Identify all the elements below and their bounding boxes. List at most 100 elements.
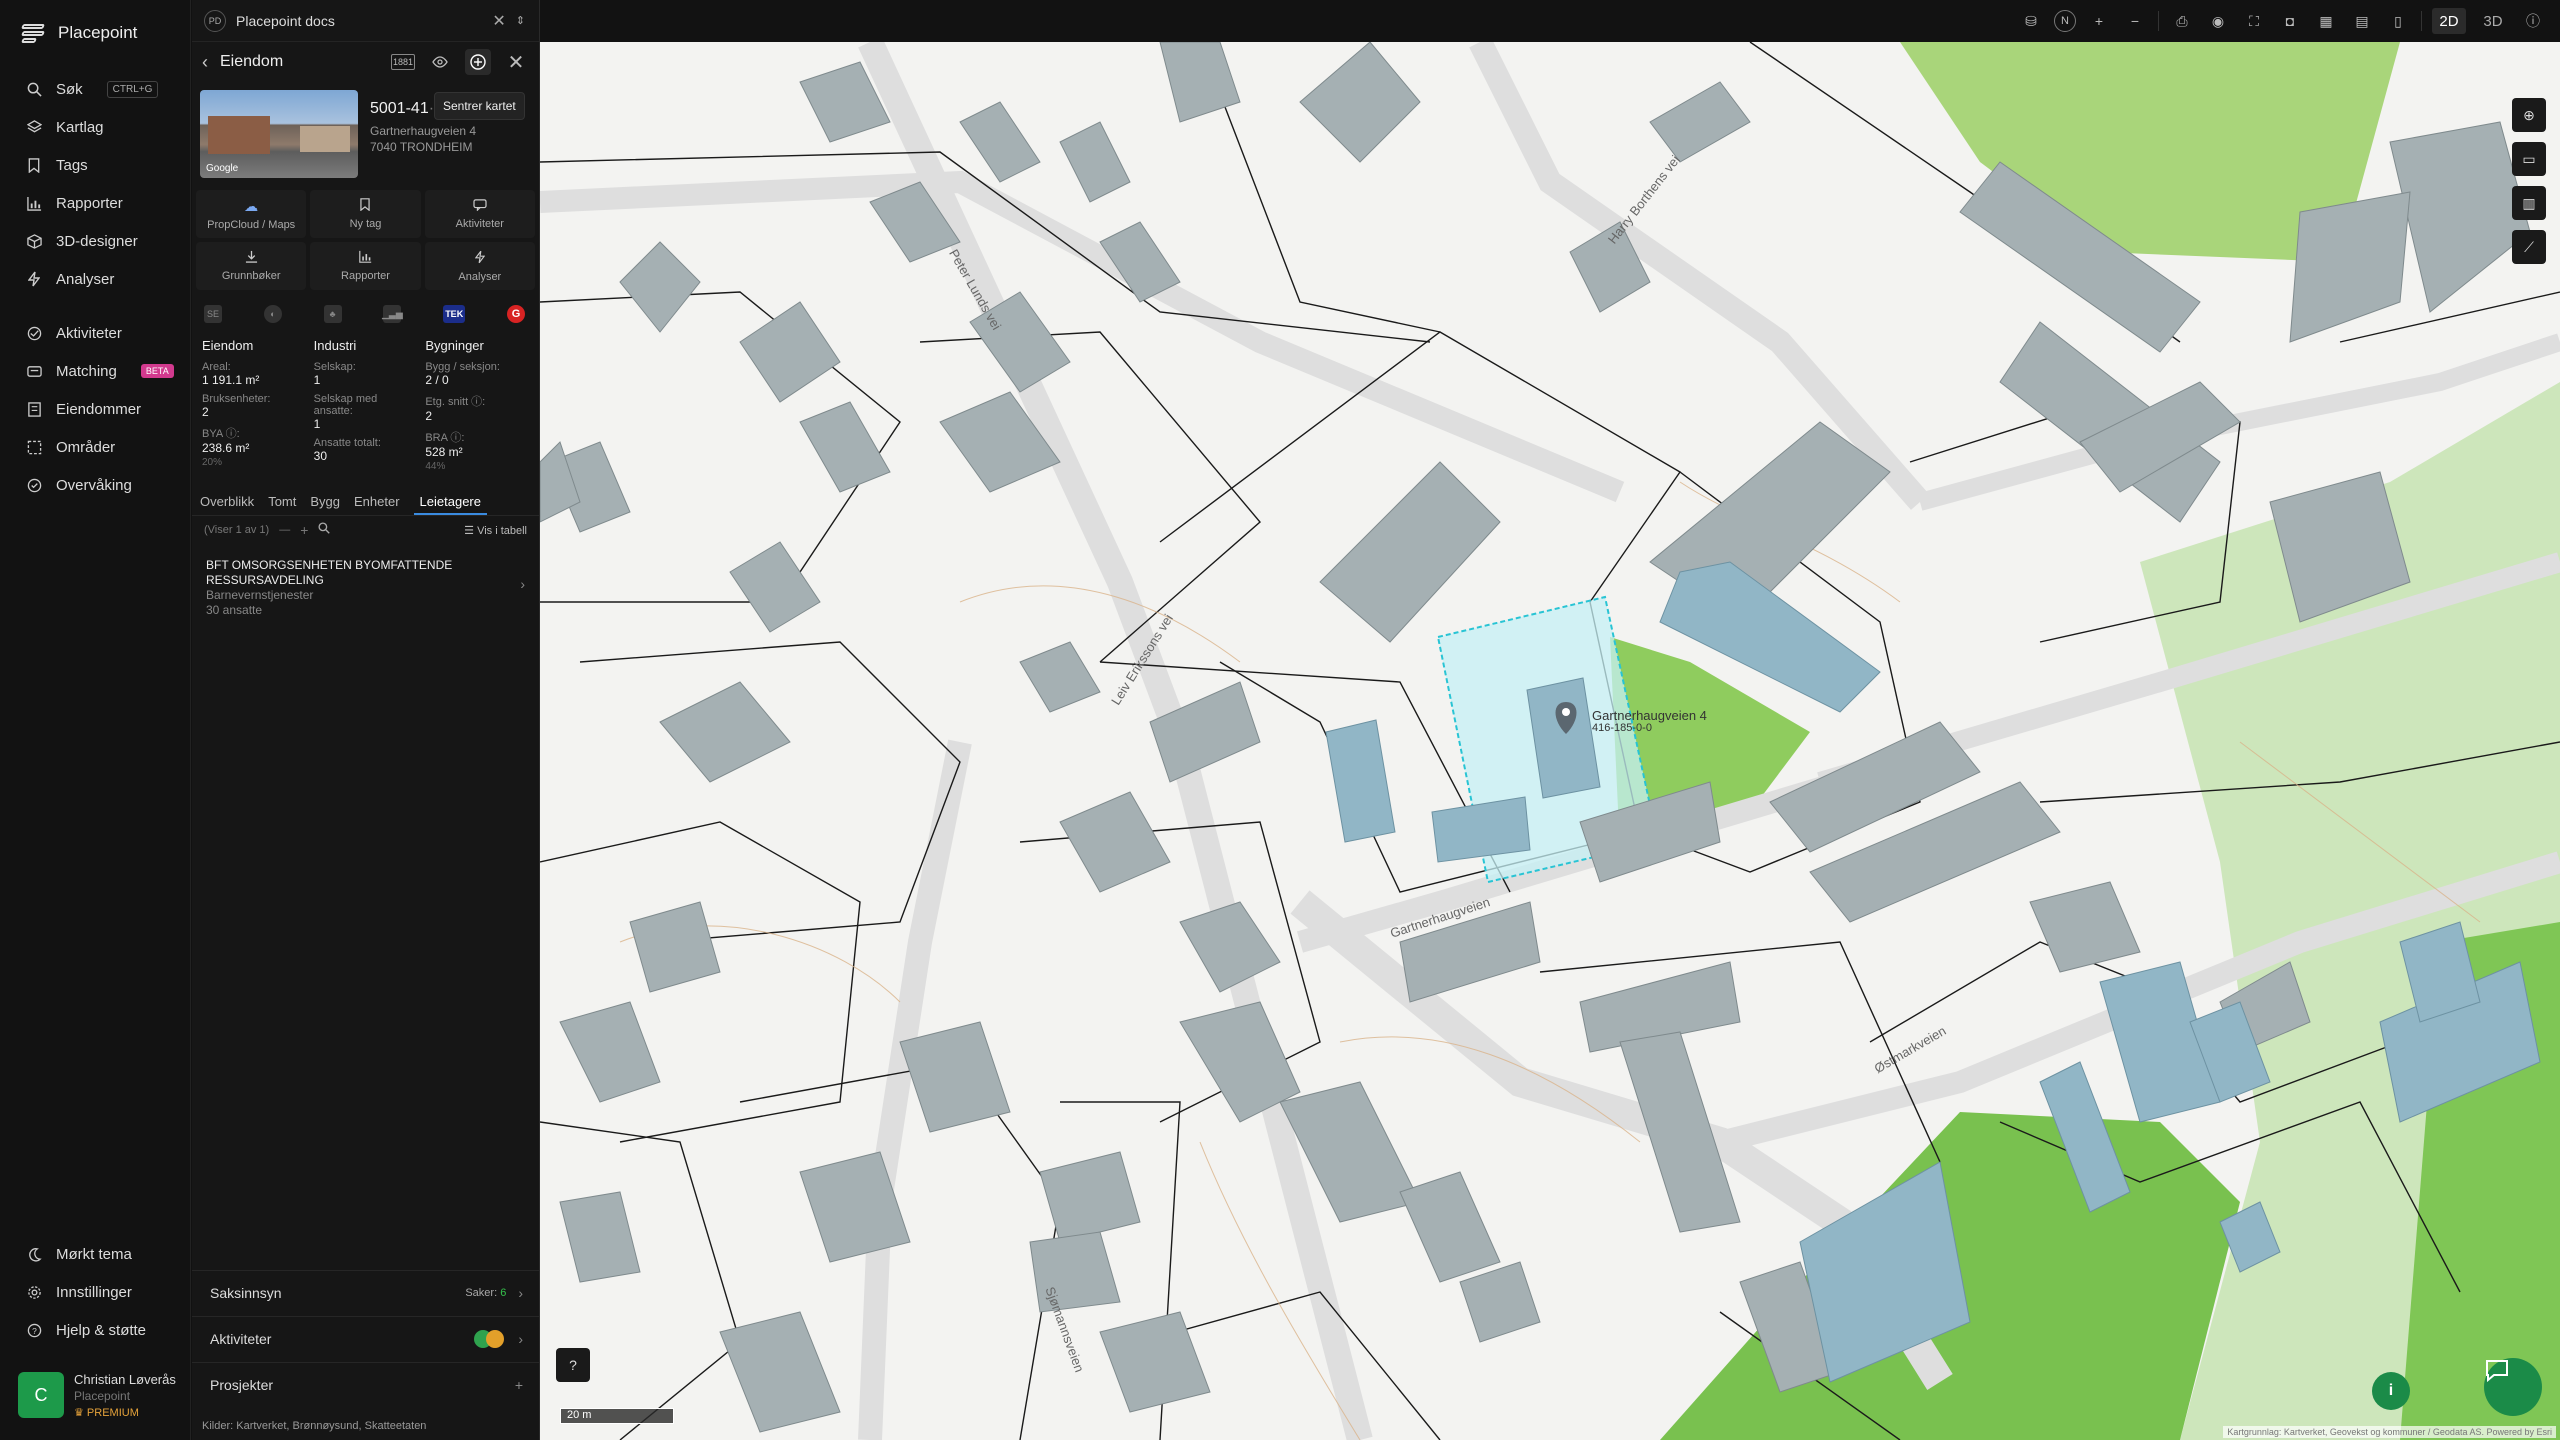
tab-overblikk[interactable]: Overblikk bbox=[200, 490, 254, 515]
layer-tool-icon[interactable]: ⊕ bbox=[2512, 98, 2546, 132]
stat-label: BYA ⓘ: bbox=[202, 428, 240, 440]
info-button[interactable]: i bbox=[2372, 1372, 2410, 1410]
nav-item-omrader[interactable]: Områder bbox=[0, 428, 190, 466]
search-icon[interactable] bbox=[318, 521, 331, 539]
plus-icon[interactable]: + bbox=[300, 522, 308, 538]
stat-value: 1 191.1 m² bbox=[202, 373, 260, 387]
zoom-in-icon[interactable]: + bbox=[2086, 8, 2112, 34]
dashboard-icon[interactable]: ▤ bbox=[2349, 8, 2375, 34]
phonebook-button[interactable]: 1881 bbox=[391, 54, 415, 70]
measure-tool-icon[interactable]: ▭ bbox=[2512, 142, 2546, 176]
nav-item-overvaking[interactable]: Overvåking bbox=[0, 466, 190, 504]
source-g-button[interactable]: G bbox=[506, 305, 525, 323]
compass-button[interactable]: N bbox=[2054, 10, 2076, 32]
accordion-saksinnsyn[interactable]: Saksinnsyn Saker: 6 › bbox=[192, 1270, 539, 1314]
app-root: Placepoint Søk CTRL+G Kartlag Tags Rappo… bbox=[0, 0, 2560, 1440]
nav-item-tags[interactable]: Tags bbox=[0, 146, 190, 184]
view-table-button[interactable]: ☰ Vis i tabell bbox=[464, 524, 527, 537]
search-icon bbox=[26, 81, 42, 97]
source-link[interactable]: Kartverket, bbox=[236, 1420, 289, 1432]
info-icon[interactable]: ⓘ bbox=[2520, 8, 2546, 34]
tenant-list-item[interactable]: BFT OMSORGSENHETEN BYOMFATTENDE RESSURSA… bbox=[192, 544, 539, 618]
download-icon bbox=[245, 250, 258, 266]
close-panel-icon[interactable]: ✕ bbox=[503, 49, 529, 75]
grid-icon[interactable]: ▦ bbox=[2313, 8, 2339, 34]
nav-item-help[interactable]: ? Hjelp & støtte bbox=[0, 1311, 190, 1349]
user-info: Christian Løverås Placepoint ♛ PREMIUM bbox=[74, 1372, 176, 1422]
grunnboker-button[interactable]: Grunnbøker bbox=[196, 242, 307, 290]
brand-name: Placepoint bbox=[58, 23, 138, 42]
back-icon[interactable]: ‹ bbox=[202, 52, 208, 73]
chat-button[interactable] bbox=[2484, 1358, 2542, 1416]
source-link[interactable]: Brønnøysund, bbox=[293, 1420, 362, 1432]
accordion-prosjekter[interactable]: Prosjekter + bbox=[192, 1362, 539, 1406]
chevron-right-icon: › bbox=[518, 1284, 523, 1301]
nav-item-dark-theme[interactable]: Mørkt tema bbox=[0, 1235, 190, 1273]
nav-item-matching[interactable]: Matching BETA bbox=[0, 352, 190, 390]
tab-enheter[interactable]: Enheter bbox=[354, 490, 400, 515]
close-icon[interactable]: ✕ bbox=[492, 11, 505, 31]
moon-icon bbox=[26, 1246, 42, 1262]
workspace-name[interactable]: Placepoint docs bbox=[236, 13, 482, 29]
chevron-updown-icon[interactable]: ⇕ bbox=[516, 14, 525, 27]
source-globe-icon[interactable]: ◐ bbox=[263, 305, 282, 323]
bookmark-icon[interactable]: ▯ bbox=[2385, 8, 2411, 34]
plus-icon[interactable]: + bbox=[515, 1377, 523, 1393]
mode-2d-button[interactable]: 2D bbox=[2432, 8, 2466, 34]
nav-item-search[interactable]: Søk CTRL+G bbox=[0, 70, 190, 108]
brand[interactable]: Placepoint bbox=[0, 0, 190, 66]
center-map-button[interactable] bbox=[465, 49, 491, 75]
thumb-building bbox=[208, 116, 270, 154]
nav-item-kartlag[interactable]: Kartlag bbox=[0, 108, 190, 146]
eye-icon[interactable]: ◉ bbox=[2205, 8, 2231, 34]
layers-3d-icon[interactable]: ⛁ bbox=[2018, 8, 2044, 34]
user-card[interactable]: C Christian Løverås Placepoint ♛ PREMIUM bbox=[18, 1372, 178, 1422]
analyses-button[interactable]: Analyser bbox=[424, 242, 535, 290]
building bbox=[2289, 191, 2411, 343]
user-name: Christian Løverås bbox=[74, 1372, 176, 1387]
fullscreen-icon[interactable]: ⛶ bbox=[2241, 8, 2267, 34]
source-plant-icon[interactable]: ♣ bbox=[323, 305, 342, 323]
help-button[interactable]: ? bbox=[556, 1348, 590, 1382]
stat-label: Etg. snitt ⓘ: bbox=[425, 396, 486, 408]
nav-item-eiendommer[interactable]: Eiendommer bbox=[0, 390, 190, 428]
source-link[interactable]: Skatteetaten bbox=[365, 1420, 427, 1432]
activities-button[interactable]: Aktiviteter bbox=[424, 190, 535, 238]
camera-icon[interactable]: ◘ bbox=[2277, 8, 2303, 34]
action-label: PropCloud / Maps bbox=[207, 218, 296, 231]
property-stats: Eiendom Areal: 1 191.1 m² Bruksenheter: … bbox=[192, 334, 539, 480]
nav-label: Aktiviteter bbox=[56, 324, 122, 342]
source-tek-button[interactable]: TEK bbox=[443, 305, 466, 323]
chart-tool-icon[interactable]: ▥ bbox=[2512, 186, 2546, 220]
stat-label: Selskap: bbox=[313, 361, 356, 373]
reports-button[interactable]: Rapporter bbox=[310, 242, 421, 290]
tab-tomt[interactable]: Tomt bbox=[268, 490, 296, 515]
tab-bygg[interactable]: Bygg bbox=[310, 490, 340, 515]
nav-item-analyser[interactable]: Analyser bbox=[0, 260, 190, 298]
propcloud-button[interactable]: ☁ PropCloud / Maps bbox=[196, 190, 307, 238]
new-tag-button[interactable]: Ny tag bbox=[310, 190, 421, 238]
stats-heading: Bygninger bbox=[425, 338, 484, 353]
nav-item-settings[interactable]: Innstillinger bbox=[0, 1273, 190, 1311]
map-canvas[interactable]: Gartnerhaugveien 4 416-185-0-0 Gartnerha… bbox=[540, 42, 2560, 1440]
tab-leietagere[interactable]: Leietagere bbox=[413, 490, 487, 515]
nav-item-3d-designer[interactable]: 3D-designer bbox=[0, 222, 190, 260]
user-org: Placepoint bbox=[74, 1389, 131, 1403]
minus-icon[interactable]: — bbox=[279, 524, 290, 536]
nav-item-aktiviteter[interactable]: Aktiviteter bbox=[0, 314, 190, 352]
property-city: 7040 TRONDHEIM bbox=[370, 140, 473, 154]
nav-group-main: Søk CTRL+G Kartlag Tags Rapporter 3D-des… bbox=[0, 70, 190, 298]
nav-label: Matching bbox=[56, 362, 117, 380]
source-se-icon[interactable]: SE bbox=[204, 305, 222, 323]
source-bars-icon[interactable]: ▁▃▅ bbox=[382, 305, 403, 323]
profile-tool-icon[interactable]: ⟋ bbox=[2512, 230, 2546, 264]
accordion-aktiviteter[interactable]: Aktiviteter › bbox=[192, 1316, 539, 1360]
bolt-icon bbox=[474, 250, 486, 267]
street-view-thumbnail[interactable]: Google bbox=[200, 90, 358, 178]
nav-item-rapporter[interactable]: Rapporter bbox=[0, 184, 190, 222]
zoom-out-icon[interactable]: − bbox=[2122, 8, 2148, 34]
print-icon[interactable]: ⎙ bbox=[2169, 8, 2195, 34]
mode-3d-button[interactable]: 3D bbox=[2476, 8, 2510, 34]
eye-icon[interactable] bbox=[427, 49, 453, 75]
stat-value: 238.6 m² bbox=[202, 441, 250, 455]
